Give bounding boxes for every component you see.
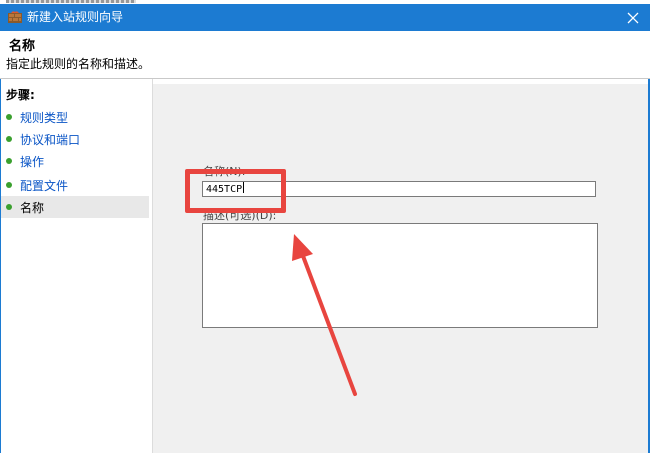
steps-sidebar: 步骤: 规则类型 协议和端口 操作 配置文件 名称 <box>1 79 153 453</box>
step-label: 名称 <box>20 201 45 215</box>
step-label: 规则类型 <box>20 111 69 125</box>
step-protocol-port[interactable]: 协议和端口 <box>1 128 149 150</box>
step-name[interactable]: 名称 <box>1 196 149 218</box>
title-bar: 新建入站规则向导 <box>0 4 650 31</box>
step-dot-icon <box>6 158 12 164</box>
annotation-highlight-box <box>185 169 286 213</box>
step-action[interactable]: 操作 <box>1 150 149 172</box>
step-label: 配置文件 <box>20 179 69 193</box>
step-dot-icon <box>6 204 12 210</box>
close-icon <box>627 12 639 23</box>
wizard-header: 名称 指定此规则的名称和描述。 <box>0 31 650 79</box>
close-button[interactable] <box>616 4 650 31</box>
step-dot-icon <box>6 114 12 120</box>
steps-heading: 步骤: <box>6 88 35 102</box>
page-title: 名称 <box>9 39 36 54</box>
step-label: 协议和端口 <box>20 133 81 147</box>
firewall-icon <box>8 10 22 23</box>
step-rule-type[interactable]: 规则类型 <box>1 106 149 128</box>
step-profile[interactable]: 配置文件 <box>1 174 149 196</box>
background-window-text <box>6 0 136 3</box>
step-label: 操作 <box>20 155 45 169</box>
window-title: 新建入站规则向导 <box>27 10 124 24</box>
page-description: 指定此规则的名称和描述。 <box>6 57 151 71</box>
step-dot-icon <box>6 136 12 142</box>
step-dot-icon <box>6 182 12 188</box>
description-textarea[interactable] <box>202 223 598 328</box>
